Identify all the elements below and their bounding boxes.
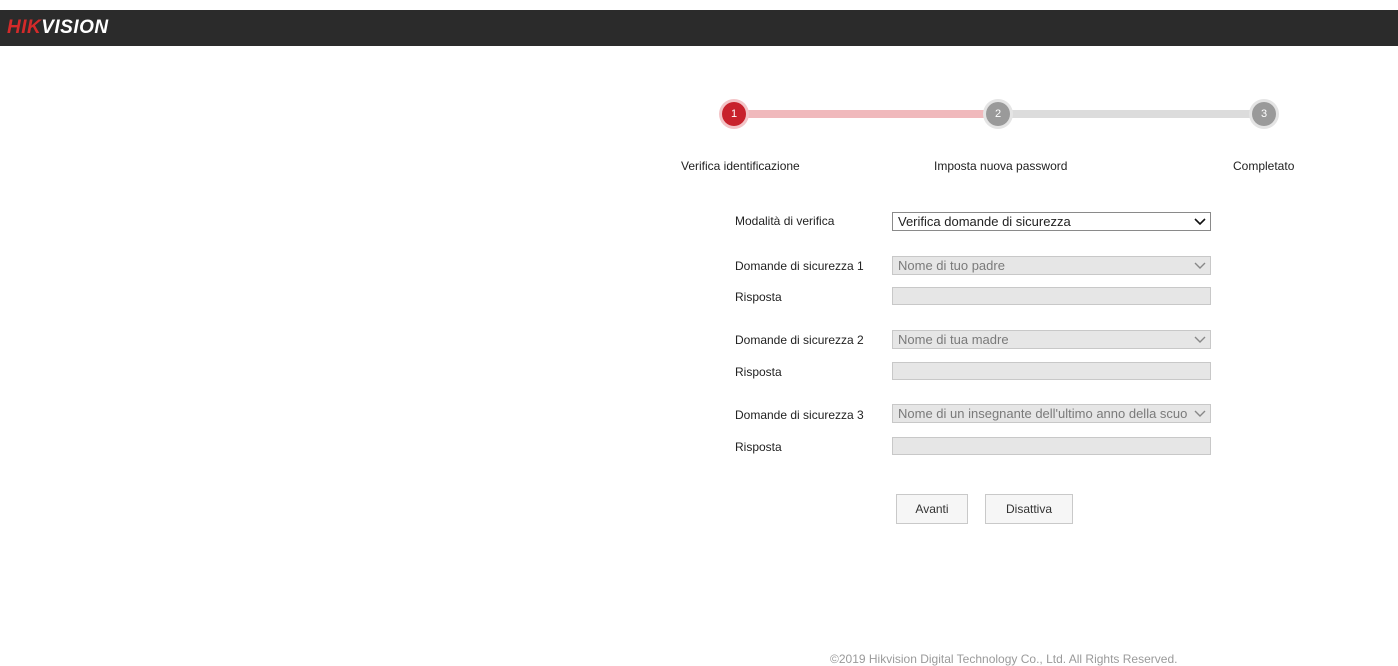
hikvision-logo: HIKVISION bbox=[7, 18, 109, 38]
progress-track-pending bbox=[1012, 110, 1250, 118]
verification-mode-select[interactable]: Verifica domande di sicurezza bbox=[892, 212, 1211, 231]
next-button[interactable]: Avanti bbox=[896, 494, 968, 524]
answer-1-input[interactable] bbox=[892, 287, 1211, 305]
answer-2-label: Risposta bbox=[735, 365, 782, 379]
security-question-2-value: Nome di tua madre bbox=[898, 332, 1009, 347]
chevron-down-icon bbox=[1194, 262, 1206, 269]
progress-track-completed bbox=[748, 110, 984, 118]
step-3-label: Completato bbox=[1233, 159, 1295, 173]
security-question-1-value: Nome di tuo padre bbox=[898, 258, 1005, 273]
step-2-label: Imposta nuova password bbox=[934, 159, 1068, 173]
answer-1-label: Risposta bbox=[735, 290, 782, 304]
verification-mode-label: Modalità di verifica bbox=[735, 214, 835, 228]
step-1-indicator: 1 bbox=[722, 102, 746, 126]
answer-3-label: Risposta bbox=[735, 440, 782, 454]
logo-vision-text: VISION bbox=[41, 17, 109, 38]
security-question-1-label: Domande di sicurezza 1 bbox=[735, 259, 864, 273]
chevron-down-icon bbox=[1194, 410, 1206, 417]
security-question-3-value: Nome di un insegnante dell'ultimo anno d… bbox=[898, 406, 1188, 421]
step-3-indicator: 3 bbox=[1252, 102, 1276, 126]
security-question-2-label: Domande di sicurezza 2 bbox=[735, 333, 864, 347]
disable-button[interactable]: Disattiva bbox=[985, 494, 1073, 524]
security-question-3-select[interactable]: Nome di un insegnante dell'ultimo anno d… bbox=[892, 404, 1211, 423]
verification-mode-value: Verifica domande di sicurezza bbox=[898, 214, 1071, 229]
step-2-indicator: 2 bbox=[986, 102, 1010, 126]
answer-2-input[interactable] bbox=[892, 362, 1211, 380]
security-question-3-label: Domande di sicurezza 3 bbox=[735, 408, 864, 422]
answer-3-input[interactable] bbox=[892, 437, 1211, 455]
copyright-footer: ©2019 Hikvision Digital Technology Co., … bbox=[830, 652, 1178, 666]
step-1-label: Verifica identificazione bbox=[681, 159, 800, 173]
security-question-1-select[interactable]: Nome di tuo padre bbox=[892, 256, 1211, 275]
logo-hik-text: HIK bbox=[7, 17, 42, 38]
security-question-2-select[interactable]: Nome di tua madre bbox=[892, 330, 1211, 349]
chevron-down-icon bbox=[1194, 336, 1206, 343]
chevron-down-icon bbox=[1194, 218, 1206, 226]
top-header-bar: HIKVISION bbox=[0, 10, 1398, 46]
